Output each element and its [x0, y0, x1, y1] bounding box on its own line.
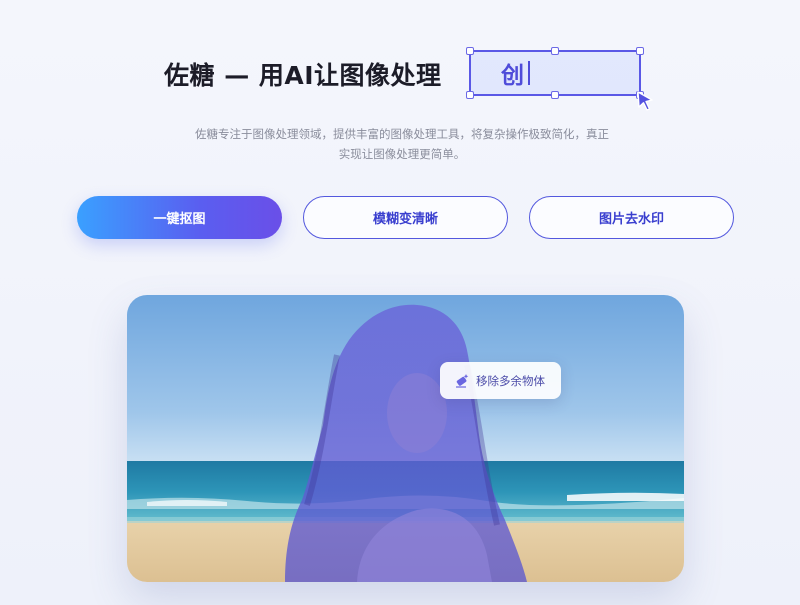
remove-object-chip-label: 移除多余物体 — [476, 373, 545, 388]
hero-description: 佐糖专注于图像处理领域，提供丰富的图像处理工具，将复杂操作极致简化，真正实现让图… — [195, 127, 609, 161]
hero-title-row: 佐糖 — 用AI让图像处理 创 — [164, 47, 653, 111]
eraser-sparkle-icon — [456, 373, 469, 388]
remove-object-chip[interactable]: 移除多余物体 — [440, 362, 561, 399]
preview-image-card — [127, 295, 684, 582]
resize-handle-bottom-middle — [551, 91, 559, 99]
resize-handle-top-right — [636, 47, 644, 55]
resize-handle-bottom-left — [466, 91, 474, 99]
text-caret — [528, 61, 530, 85]
tool-button-deblur[interactable]: 模糊变清晰 — [303, 196, 508, 239]
typing-text: 创 — [501, 63, 524, 89]
hero-title: 佐糖 — 用AI让图像处理 — [164, 61, 442, 90]
typing-text-box: 创 — [466, 47, 644, 99]
mouse-cursor-icon — [637, 91, 653, 111]
preview-image — [127, 295, 684, 582]
resize-handle-top-middle — [551, 47, 559, 55]
resize-handle-top-left — [466, 47, 474, 55]
tool-button-cutout[interactable]: 一键抠图 — [77, 196, 282, 239]
page: 佐糖 — 用AI让图像处理 创 佐糖专注于图像处理领域，提供丰富的图像处理工具，… — [0, 0, 800, 605]
tool-button-remove-watermark[interactable]: 图片去水印 — [529, 196, 734, 239]
